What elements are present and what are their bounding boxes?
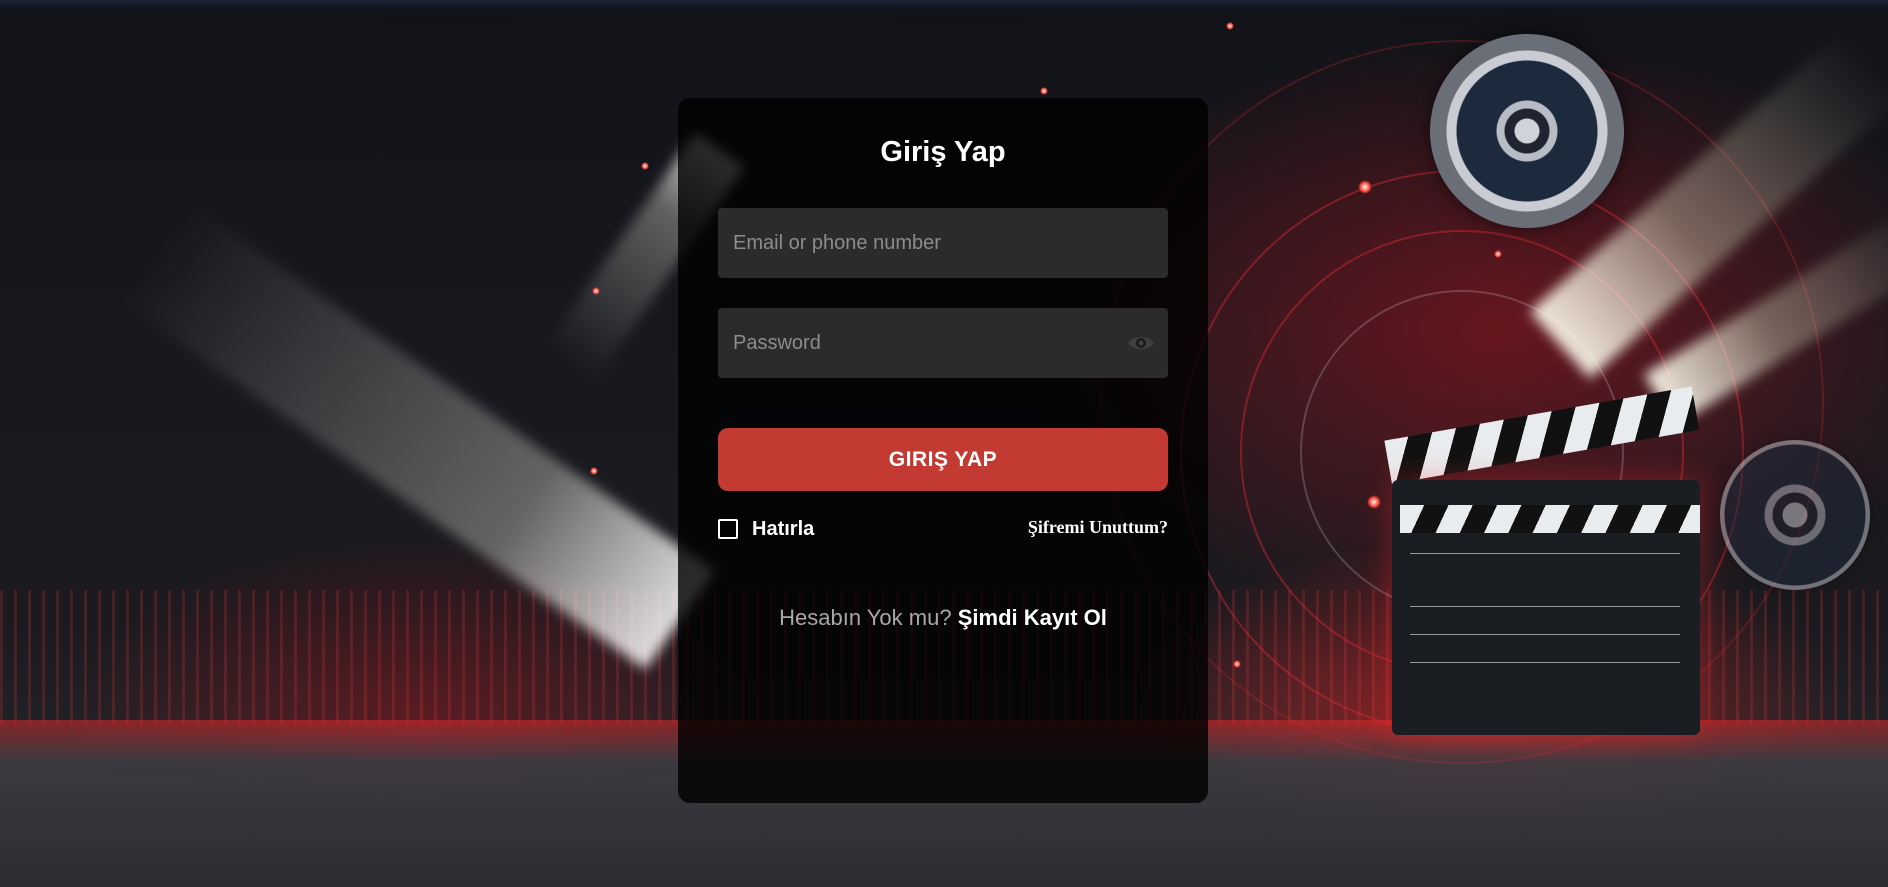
login-card: Giriş Yap GIRIŞ YAP Hatırla Şifremi Unut… [678,98,1208,803]
remember-checkbox[interactable] [718,519,738,539]
signup-prompt: Hesabın Yok mu? Şimdi Kayıt Ol [678,605,1208,631]
clapper-line [1410,553,1680,554]
login-button[interactable]: GIRIŞ YAP [718,428,1168,491]
password-field[interactable] [718,308,1168,378]
light-spark [592,287,600,295]
light-spark [590,467,598,475]
light-spark [1494,250,1502,258]
film-reel [1720,440,1870,590]
email-field[interactable] [718,208,1168,278]
signup-question: Hesabın Yok mu? [779,605,952,630]
remember-label: Hatırla [752,517,815,540]
signup-link[interactable]: Şimdi Kayıt Ol [958,605,1107,630]
clapper-line [1410,662,1680,663]
eye-icon[interactable] [1126,331,1156,355]
light-spark [1040,87,1048,95]
page-title: Giriş Yap [880,136,1006,168]
browser-top-edge [0,0,1888,9]
light-spark [1367,495,1381,509]
remember-me[interactable]: Hatırla [718,515,814,543]
clapper-line [1410,634,1680,635]
light-spark [1226,22,1234,30]
forgot-password-link[interactable]: Şifremi Unuttum? [1028,517,1168,538]
light-spark [1358,180,1372,194]
light-spark [1233,660,1241,668]
light-spark [641,162,649,170]
clapper-line [1410,606,1680,607]
film-reel [1430,34,1624,228]
clapperboard-band [1400,505,1700,533]
